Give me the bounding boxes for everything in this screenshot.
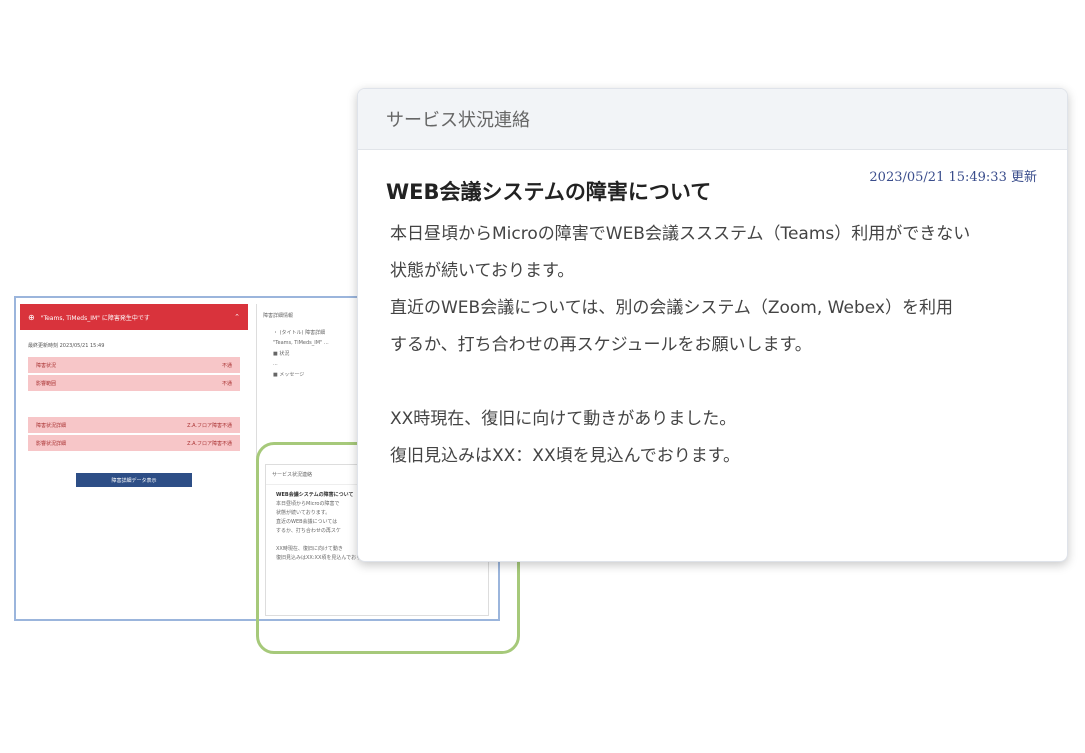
chevron-up-icon[interactable]: ⌃ — [234, 313, 240, 321]
status-label: 影響状況詳細 — [36, 440, 67, 447]
status-value: Z.A.フロア障害不通 — [187, 422, 232, 429]
message-line: 状態が続いております。 — [390, 261, 575, 281]
alert-text: "Teams, TiMeds_IM" に障害発生中です — [40, 314, 150, 322]
status-row: 影響状況詳細 Z.A.フロア障害不通 — [28, 435, 240, 451]
status-label: 障害状況詳細 — [36, 422, 67, 429]
status-row: 障害状況詳細 Z.A.フロア障害不通 — [28, 417, 240, 433]
dashboard-left-panel: ⊕ "Teams, TiMeds_IM" に障害発生中です ⌃ 最終更新時刻 2… — [20, 304, 248, 614]
message-line: するか、打ち合わせの再スケジュールをお願いします。 — [390, 335, 812, 355]
updated-timestamp: 2023/05/21 15:49:33 更新 — [869, 170, 1037, 185]
status-label: 障害状況 — [36, 362, 57, 369]
last-updated-text: 最終更新時刻 2023/05/21 15:49 — [28, 343, 105, 349]
alert-icon: ⊕ — [28, 312, 35, 322]
status-label: 影響範囲 — [36, 380, 57, 387]
service-status-card: サービス状況連絡 2023/05/21 15:49:33 更新 WEB会議システ… — [357, 88, 1068, 562]
message-line: 本日昼頃からMicroの障害でWEB会議ススステム（Teams）利用ができない — [390, 224, 971, 244]
status-row: 影響範囲 不通 — [28, 375, 240, 391]
status-value: Z.A.フロア障害不通 — [187, 440, 232, 447]
show-details-button[interactable]: 障害詳細データ表示 — [76, 473, 192, 487]
incident-message: 本日昼頃からMicroの障害でWEB会議ススステム（Teams）利用ができない … — [386, 216, 1039, 475]
status-value: 不通 — [221, 362, 232, 369]
message-line: XX時現在、復旧に向けて動きがありました。 — [390, 409, 737, 429]
status-value: 不通 — [221, 380, 232, 387]
card-header: サービス状況連絡 — [358, 89, 1067, 150]
card-body: 2023/05/21 15:49:33 更新 WEB会議システムの障害について … — [358, 150, 1067, 475]
message-line: 直近のWEB会議については、別の会議システム（Zoom, Webex）を利用 — [390, 298, 953, 318]
status-row: 障害状況 不通 — [28, 357, 240, 373]
message-line: 復旧見込みはXX：XX頃を見込んでおります。 — [390, 446, 741, 466]
alert-banner[interactable]: ⊕ "Teams, TiMeds_IM" に障害発生中です ⌃ — [20, 304, 248, 330]
